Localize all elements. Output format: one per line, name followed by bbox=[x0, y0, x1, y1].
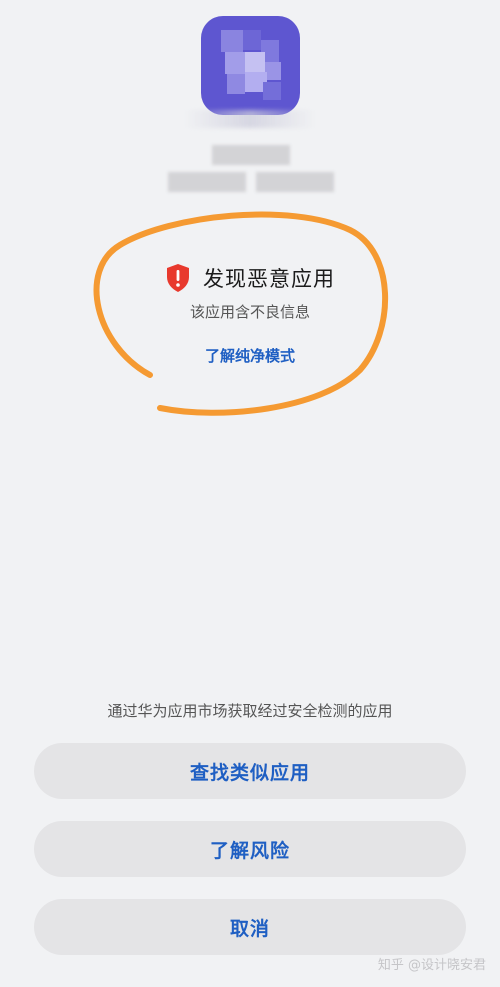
find-similar-button[interactable]: 查找类似应用 bbox=[34, 743, 466, 799]
app-icon bbox=[201, 16, 300, 115]
warning-title: 发现恶意应用 bbox=[203, 267, 335, 291]
app-info-redacted-2 bbox=[256, 172, 334, 192]
warning-subtitle: 该应用含不良信息 bbox=[189, 303, 310, 321]
warning-header: 发现恶意应用 bbox=[0, 262, 500, 294]
pure-mode-link[interactable]: 了解纯净模式 bbox=[0, 345, 500, 366]
cancel-button[interactable]: 取消 bbox=[34, 899, 466, 955]
app-icon-reflection bbox=[185, 110, 315, 128]
app-info-redacted bbox=[168, 172, 246, 192]
app-name-redacted bbox=[212, 145, 290, 165]
shield-warning-icon bbox=[167, 264, 189, 292]
watermark: 知乎 @设计晓安君 bbox=[377, 958, 486, 973]
store-hint: 通过华为应用市场获取经过安全检测的应用 bbox=[107, 702, 393, 720]
learn-risk-button[interactable]: 了解风险 bbox=[34, 821, 466, 877]
